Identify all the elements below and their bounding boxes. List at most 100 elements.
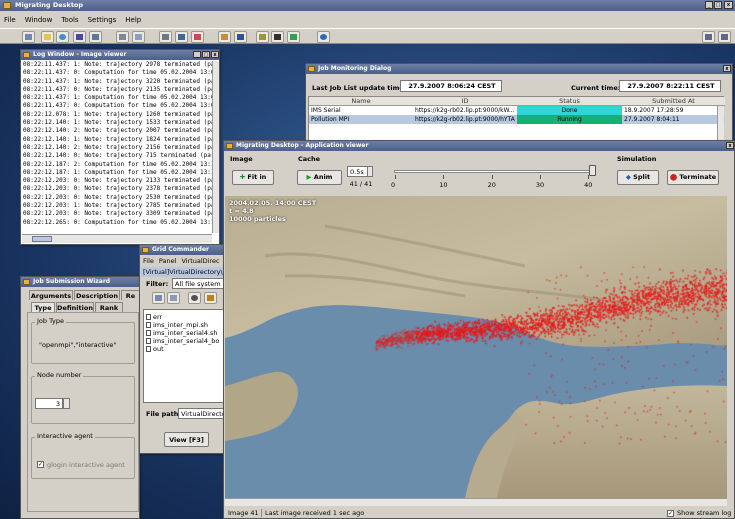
toolbar-grid-icon[interactable]: [89, 31, 102, 43]
log-horizontal-scrollbar[interactable]: [22, 234, 212, 243]
job-monitoring-dialog: Job Monitoring Dialog x Last Job List up…: [305, 63, 733, 147]
menu-settings[interactable]: Settings: [88, 16, 117, 24]
toolbar-refresh-icon[interactable]: [287, 31, 300, 43]
toolbar-wizard-icon[interactable]: [218, 31, 231, 43]
menu-tools[interactable]: Tools: [61, 16, 78, 24]
log-maximize-button[interactable]: □: [202, 51, 210, 58]
list-item[interactable]: err: [146, 313, 221, 321]
gc-copy-icon[interactable]: [152, 292, 165, 304]
toolbar-document-icon[interactable]: [132, 31, 145, 43]
log-line: 08:22:12.140: 2: Note: trajectory 2007 t…: [23, 127, 212, 135]
column-status[interactable]: Status: [517, 97, 622, 105]
job-submitted: 18.9.2007 17:28:59: [624, 107, 684, 114]
status-message: Last image received 1 sec ago: [265, 509, 365, 517]
toolbar-info-icon[interactable]: [317, 31, 330, 43]
simulation-map[interactable]: 2004.02.05. 14:00 CEST t = 4.8 10000 par…: [225, 196, 727, 498]
node-number-field[interactable]: 3: [35, 398, 63, 409]
gc-menu-panel[interactable]: Panel: [159, 257, 177, 265]
log-hscroll-thumb[interactable]: [32, 236, 52, 242]
toolbar-desktop-icon[interactable]: [175, 31, 188, 43]
interval-dropdown-arrow[interactable]: [367, 166, 373, 177]
minimize-button[interactable]: _: [705, 1, 713, 9]
gc-file-path-field[interactable]: VirtualDirecto: [178, 408, 224, 419]
slider-tick-label: 10: [439, 181, 448, 189]
table-row[interactable]: Pollution MPI https://k2g-rb02.lip.pt:90…: [309, 115, 725, 124]
toolbar-save-icon[interactable]: [73, 31, 86, 43]
toolbar-pencil-icon[interactable]: [256, 31, 269, 43]
tab-type[interactable]: Type: [31, 302, 55, 312]
toolbar-monitor-icon[interactable]: [159, 31, 172, 43]
glogin-checkbox[interactable]: ✓: [37, 461, 44, 468]
column-id[interactable]: ID: [413, 97, 517, 105]
map-overlay-text: 2004.02.05. 14:00 CEST t = 4.8 10000 par…: [229, 199, 316, 223]
grid-commander-menu: File Panel VirtualDirec: [143, 257, 220, 265]
fit-in-button[interactable]: ✚ Fit in: [232, 170, 274, 185]
table-row[interactable]: IMS Serial https://k2g-rb02.lip.pt:9000/…: [309, 106, 725, 115]
gc-menu-virtualdir[interactable]: VirtualDirec: [181, 257, 219, 265]
slider-tick-label: 40: [584, 181, 593, 189]
log-line: 08:22:12.265: 0: Computation for time 05…: [23, 218, 212, 226]
app-icon: [3, 2, 11, 9]
status-bar: Image 41 Last image received 1 sec ago ✓…: [225, 507, 735, 519]
menu-file[interactable]: File: [4, 16, 16, 24]
tab-re[interactable]: Re: [121, 290, 140, 300]
list-item[interactable]: out: [146, 345, 221, 353]
gc-move-icon[interactable]: [167, 292, 180, 304]
tab-definition[interactable]: Definition: [56, 302, 94, 312]
anim-button[interactable]: ▶ Anim: [297, 170, 342, 185]
gc-search-icon[interactable]: [188, 292, 201, 304]
show-stream-log-label: Show stream log: [677, 509, 732, 517]
terminate-button[interactable]: ⬤ Terminate: [667, 170, 719, 185]
maximize-button[interactable]: □: [714, 1, 722, 9]
list-item[interactable]: ims_inter_serial4.sh: [146, 329, 221, 337]
toolbar-network-icon[interactable]: [191, 31, 204, 43]
node-number-stepper[interactable]: [63, 398, 70, 409]
job-monitoring-close-button[interactable]: x: [723, 65, 731, 72]
tab-arguments[interactable]: Arguments: [29, 290, 73, 300]
list-item[interactable]: ims_inter_serial4_bo: [146, 337, 221, 345]
main-title-bar: Migrating Desktop _ □ x: [0, 0, 735, 11]
menu-window[interactable]: Window: [25, 16, 53, 24]
map-horizontal-scrollbar[interactable]: [225, 498, 727, 506]
app-title: Migrating Desktop: [15, 1, 84, 9]
toolbar-table-icon[interactable]: [116, 31, 129, 43]
cache-slider-thumb[interactable]: [589, 165, 596, 176]
menu-help[interactable]: Help: [125, 16, 141, 24]
toolbar-open-folder-icon[interactable]: [41, 31, 54, 43]
log-text-area[interactable]: 08:22:11.437: 1: Note: trajectory 2978 t…: [22, 61, 212, 233]
frame-counter: 41 / 41: [347, 179, 373, 189]
cache-slider-track[interactable]: [394, 170, 594, 173]
grid-commander: Grid Commander File Panel VirtualDirec […: [139, 244, 224, 454]
gc-edit-icon[interactable]: [204, 292, 217, 304]
column-submitted[interactable]: Submitted At: [622, 97, 725, 105]
log-vertical-scrollbar[interactable]: [212, 61, 219, 233]
job-table-scrollbar[interactable]: [717, 106, 724, 144]
tab-description[interactable]: Description: [74, 290, 120, 300]
toolbar-cascade-icon[interactable]: [718, 31, 731, 43]
gc-file-list[interactable]: err ims_inter_mpi.sh ims_inter_serial4.sh i…: [143, 309, 224, 403]
split-button[interactable]: ◆ Split: [617, 170, 659, 185]
tab-rank[interactable]: Rank: [95, 302, 123, 312]
toolbar-globe-icon[interactable]: [56, 31, 69, 43]
file-name: out: [153, 345, 164, 353]
close-button[interactable]: x: [724, 1, 733, 9]
toolbar-screen-icon[interactable]: [234, 31, 247, 43]
show-stream-log-checkbox[interactable]: ✓: [667, 510, 674, 517]
toolbar-play-icon[interactable]: [271, 31, 284, 43]
log-close-button[interactable]: x: [211, 51, 219, 58]
list-item[interactable]: ims_inter_mpi.sh: [146, 321, 221, 329]
log-line: 08:22:12.203: 0: Note: trajectory 2133 t…: [23, 177, 212, 185]
current-time-field: 27.9.2007 8:22:11 CEST: [619, 80, 721, 92]
gc-view-button[interactable]: View [F3]: [164, 432, 209, 447]
job-type-value[interactable]: "openmpi","interactive": [39, 341, 116, 349]
column-name[interactable]: Name: [309, 97, 413, 105]
toolbar-new-icon[interactable]: [22, 31, 35, 43]
log-window: Log Window - Image viewer _ □ x 08:22:11…: [20, 49, 220, 245]
log-minimize-button[interactable]: _: [193, 51, 201, 58]
window-icon: [142, 247, 149, 253]
gc-menu-file[interactable]: File: [143, 257, 154, 265]
toolbar-tile-icon[interactable]: [702, 31, 715, 43]
app-viewer-close-button[interactable]: x: [726, 142, 734, 149]
gc-filter-select[interactable]: All file system: [172, 278, 224, 289]
job-id: https://k2g-rb02.lip.pt:9000/hYTA...: [415, 116, 515, 123]
